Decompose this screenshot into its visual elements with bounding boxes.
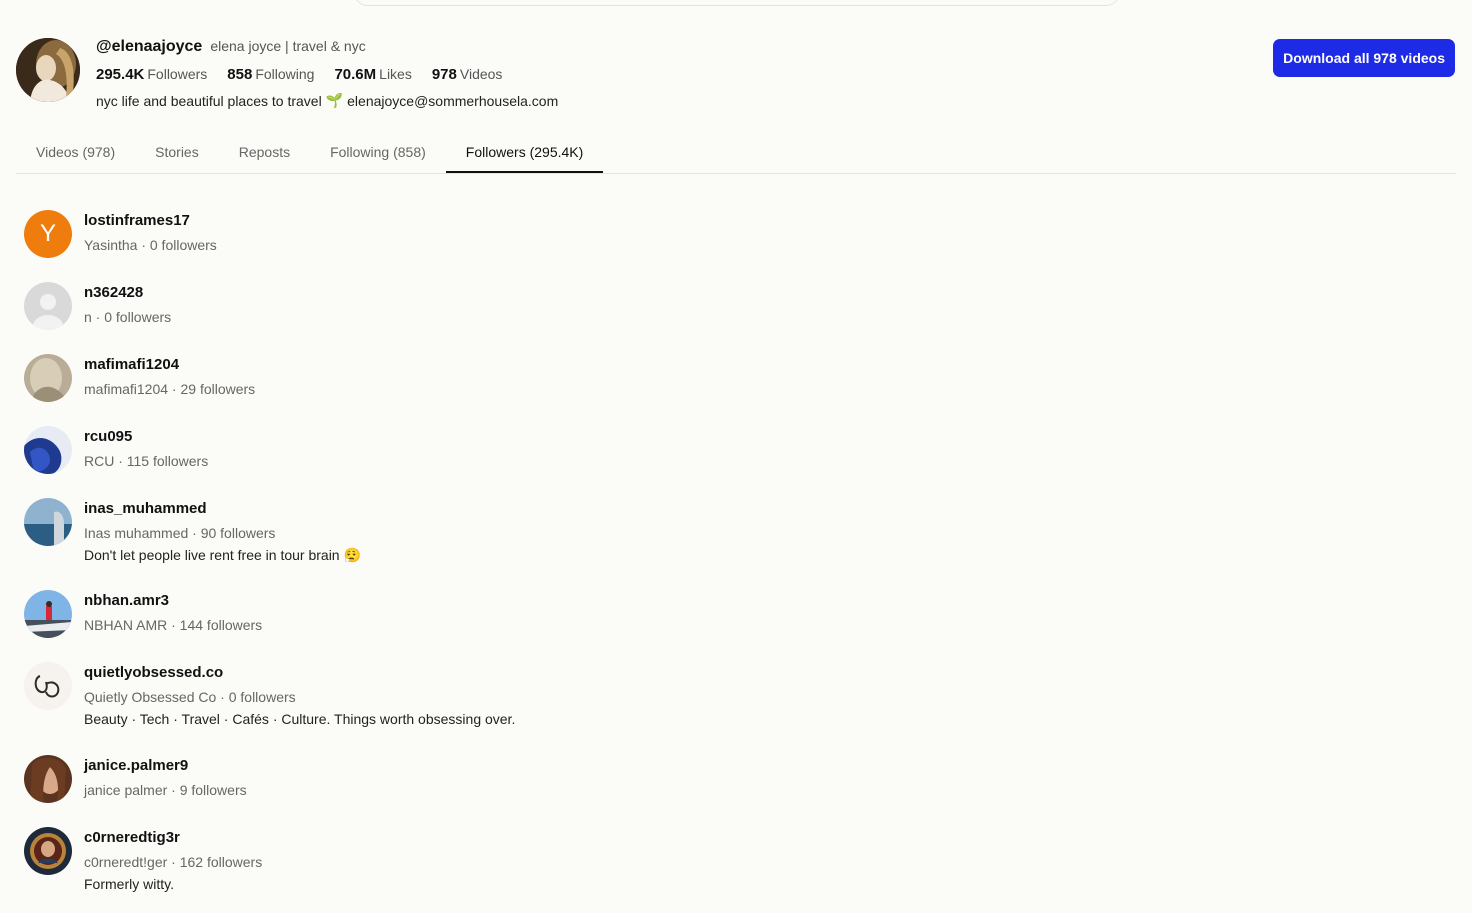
seedling-icon: 🌱 (325, 92, 344, 108)
profile-display-name: elena joyce | travel & nyc (210, 38, 366, 54)
list-item[interactable]: quietlyobsessed.co Quietly Obsessed Co ·… (24, 656, 924, 749)
profile-stats: 295.4K Followers 858 Following 70.6M Likes … (96, 66, 558, 86)
tab-following[interactable]: Following (858) (310, 133, 446, 171)
avatar[interactable] (24, 590, 72, 638)
follower-meta: RCU · 115 followers (84, 453, 209, 469)
stat-followers: 295.4K Followers (96, 66, 208, 83)
follower-handle[interactable]: janice.palmer9 (84, 755, 247, 777)
follower-meta: c0rneredt!ger · 162 followers (84, 854, 263, 870)
follower-handle[interactable]: c0rneredtig3r (84, 827, 262, 849)
follower-meta: n · 0 followers (84, 309, 172, 325)
profile-bio: nyc life and beautiful places to travel … (96, 92, 558, 109)
bio-email: elenajoyce@sommerhousela.com (347, 92, 559, 109)
stat-following: 858 Following (227, 66, 315, 83)
avatar[interactable] (24, 354, 72, 402)
follower-handle[interactable]: lostinframes17 (84, 210, 217, 232)
list-item[interactable]: c0rneredtig3r c0rneredt!ger · 162 follow… (24, 821, 924, 913)
follower-handle[interactable]: nbhan.amr3 (84, 590, 262, 612)
list-item[interactable]: mafimafi1204 mafimafi1204 · 29 followers (24, 348, 924, 420)
profile-header: @elenaajoyce elena joyce | travel & nyc … (16, 38, 1456, 118)
bio-text: nyc life and beautiful places to travel (96, 92, 322, 109)
list-item[interactable]: n362428 n · 0 followers (24, 276, 924, 348)
list-item[interactable]: inas_muhammed Inas muhammed · 90 followe… (24, 492, 924, 584)
follower-handle[interactable]: rcu095 (84, 426, 208, 448)
follower-meta: Quietly Obsessed Co · 0 followers (84, 689, 296, 705)
follower-meta: Inas muhammed · 90 followers (84, 525, 276, 541)
follower-handle[interactable]: inas_muhammed (84, 498, 361, 520)
list-item[interactable]: janice.palmer9 janice palmer · 9 followe… (24, 749, 924, 821)
profile-handle: @elenaajoyce (96, 38, 203, 55)
search-bar[interactable] (354, 0, 1120, 6)
download-all-button[interactable]: Download all 978 videos (1273, 39, 1455, 77)
tab-videos[interactable]: Videos (978) (16, 133, 135, 171)
follower-bio: Beauty · Tech · Travel · Cafés · Culture… (84, 711, 516, 727)
stat-videos: 978 Videos (431, 66, 503, 83)
follower-meta: NBHAN AMR · 144 followers (84, 617, 263, 633)
avatar[interactable] (24, 827, 72, 875)
avatar[interactable] (24, 662, 72, 710)
tab-stories[interactable]: Stories (135, 133, 219, 171)
follower-meta: janice palmer · 9 followers (84, 782, 247, 798)
list-item[interactable]: nbhan.amr3 NBHAN AMR · 144 followers (24, 584, 924, 656)
list-item[interactable]: rcu095 RCU · 115 followers (24, 420, 924, 492)
follower-bio: Formerly witty. (84, 876, 174, 892)
avatar[interactable] (24, 498, 72, 546)
follower-meta: mafimafi1204 · 29 followers (84, 381, 256, 397)
avatar[interactable] (24, 426, 72, 474)
avatar[interactable] (24, 755, 72, 803)
follower-bio: Don't let people live rent free in tour … (84, 547, 361, 563)
profile-avatar[interactable] (16, 38, 80, 102)
list-item[interactable]: Y lostinframes17 Yasintha · 0 followers (24, 204, 924, 276)
follower-handle[interactable]: quietlyobsessed.co (84, 662, 515, 684)
profile-tabs: Videos (978) Stories Reposts Following (… (16, 133, 1456, 174)
followers-list: Y lostinframes17 Yasintha · 0 followers … (24, 204, 924, 913)
stat-likes: 70.6M Likes (334, 66, 412, 83)
avatar[interactable]: Y (24, 210, 72, 258)
tab-reposts[interactable]: Reposts (219, 133, 310, 171)
tab-followers[interactable]: Followers (295.4K) (445, 133, 604, 173)
follower-meta: Yasintha · 0 followers (84, 237, 217, 253)
follower-handle[interactable]: n362428 (84, 282, 171, 304)
avatar[interactable] (24, 282, 72, 330)
follower-handle[interactable]: mafimafi1204 (84, 354, 255, 376)
